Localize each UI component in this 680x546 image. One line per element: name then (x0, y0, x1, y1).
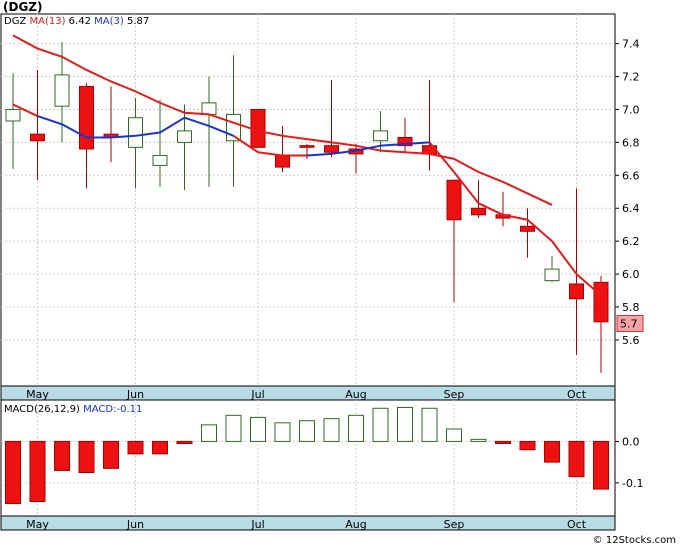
macd-legend-title: MACD(26,12,9) (4, 404, 80, 415)
month-label: Oct (567, 388, 587, 401)
legend-item: MA(3) (91, 16, 124, 27)
candle-up (152, 155, 168, 166)
macd-bar-negative (29, 440, 46, 502)
candle-up (544, 268, 560, 282)
legend-item: DGZ (4, 16, 26, 27)
macd-bar-negative (176, 440, 193, 444)
macd-bar-negative (127, 440, 144, 455)
macd-legend: MACD(26,12,9) MACD:-0.11 (4, 404, 142, 415)
candle-down (520, 225, 535, 232)
candle-up (128, 117, 143, 148)
macd-bar-positive (225, 414, 242, 442)
macd-bar-negative (152, 440, 168, 455)
candle-up (5, 108, 21, 122)
candle-down (569, 283, 584, 300)
month-label: Jun (126, 388, 144, 401)
candle-down (471, 207, 486, 216)
macd-bar-negative (103, 440, 119, 469)
price-legend: DGZ MA(13) 6.42 MA(3) 5.87 (4, 16, 149, 27)
month-label: Sep (444, 388, 465, 401)
macd-bar-positive (421, 407, 438, 442)
candle-down (299, 145, 315, 148)
month-label: Aug (345, 388, 366, 401)
last-price-label: 5.7 (620, 317, 638, 330)
macd-bar-negative (78, 440, 95, 473)
price-chart: 7.4 7.2 7.0 6.8 6.6 6.4 6.2 6.0 5.8 5.6 May May Jun J… (0, 13, 644, 531)
macd-bar-positive (446, 428, 462, 442)
candle-up (54, 74, 70, 107)
price-tick-label: 6.0 (622, 268, 640, 281)
candle-up (201, 102, 217, 115)
macd-bar-positive (201, 424, 217, 442)
candle-down (593, 281, 609, 323)
candle-up (177, 130, 192, 143)
price-tick-label: 6.2 (622, 235, 640, 248)
price-tick-label: 7.4 (622, 38, 640, 51)
macd-month-label: Aug (345, 518, 366, 531)
macd-bar-negative (593, 440, 609, 490)
price-tick-label: 6.4 (622, 202, 640, 215)
footer-credit: © 12Stocks.com (592, 535, 676, 546)
candle-down (446, 179, 462, 221)
macd-bar-positive (299, 420, 315, 442)
macd-bar-positive (250, 416, 266, 442)
candle-down (324, 145, 339, 153)
macd-tick-label: -0.1 (622, 477, 643, 490)
legend-item: 6.42 (66, 16, 91, 27)
macd-legend-value: MACD:-0.11 (80, 404, 142, 415)
macd-bar-positive (348, 414, 364, 442)
macd-bar-negative (495, 440, 511, 444)
price-tick-label: 6.8 (622, 136, 640, 149)
legend-item: 5.87 (124, 16, 149, 27)
macd-bar-negative (568, 440, 585, 478)
macd-bar-positive (274, 422, 291, 442)
upper-month-band (0, 385, 616, 401)
candle-up (373, 130, 388, 142)
macd-month-label: May (26, 518, 49, 531)
price-tick-label: 6.6 (622, 169, 640, 182)
lower-month-band (0, 515, 616, 531)
price-plot-frame (0, 13, 616, 387)
price-tick-label: 5.8 (622, 301, 640, 314)
price-tick-label: 7.2 (622, 71, 640, 84)
candle-down (79, 85, 94, 150)
legend-item: MA(13) (26, 16, 65, 27)
macd-bar-positive (323, 418, 340, 442)
macd-bar-negative (5, 440, 21, 505)
macd-bar-negative (519, 440, 536, 451)
macd-bar-negative (54, 440, 70, 471)
macd-month-label: Sep (444, 518, 465, 531)
price-tick-label: 7.0 (622, 103, 640, 116)
macd-bar-positive (470, 438, 487, 442)
macd-bar-positive (397, 406, 413, 442)
candle-down (275, 155, 290, 168)
price-tick-label: 5.6 (622, 334, 640, 347)
macd-month-label: Jul (250, 518, 264, 531)
macd-tick-label: 0.0 (622, 435, 640, 448)
macd-bar-positive (372, 407, 389, 442)
macd-month-label: Jun (126, 518, 144, 531)
candle-down (30, 133, 45, 142)
month-label: May (26, 388, 49, 401)
month-label: Jul (250, 388, 264, 401)
macd-bar-negative (544, 440, 560, 463)
macd-month-label: Oct (567, 518, 587, 531)
